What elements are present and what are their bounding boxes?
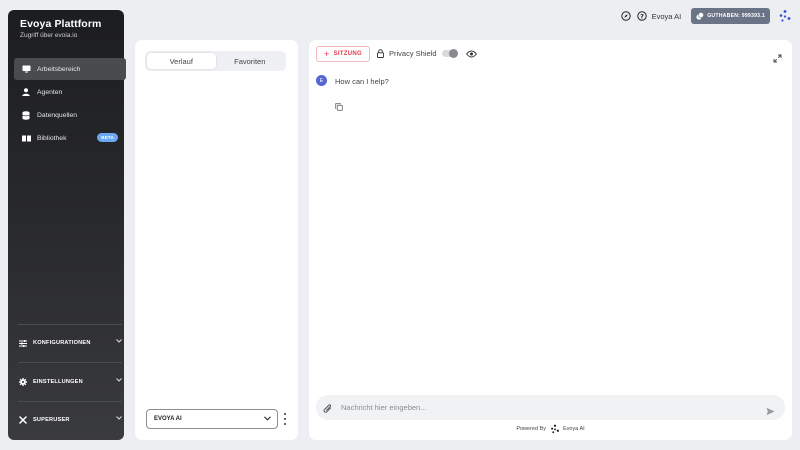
history-tabs: Verlauf Favoriten (145, 51, 286, 71)
history-panel: Verlauf Favoriten EVOYA AI (135, 40, 298, 440)
assistant-label[interactable]: Evoya AI (652, 12, 682, 21)
brand-subtitle: Zugriff über evoia.io (20, 32, 78, 39)
evoya-logo-icon (550, 424, 560, 434)
eye-icon[interactable] (465, 50, 477, 58)
sidebar-item-arbeitsbereich[interactable]: Arbeitsbereich (14, 58, 126, 80)
sidebar-item-agenten[interactable]: Agenten (14, 81, 126, 103)
powered-by-brand: Evoya AI (562, 426, 585, 432)
privacy-shield-toggle[interactable] (441, 49, 458, 58)
assistant-message: How can I help? (335, 77, 389, 86)
brand: Evoya Plattform Zugriff über evoia.io (20, 18, 101, 39)
chevron-down-icon (116, 339, 122, 345)
help-icon[interactable]: ? (636, 11, 647, 21)
chevron-down-icon (264, 416, 271, 423)
sidebar-divider (18, 362, 122, 363)
sidebar-item-label: Agenten (37, 88, 63, 96)
database-icon (21, 110, 31, 120)
topbar: ? Evoya AI GUTHABEN: 999393.1 (615, 8, 792, 24)
user-icon (21, 87, 31, 97)
privacy-shield: Privacy Shield (377, 49, 477, 58)
sidebar-item-bibliothek[interactable]: Bibliothek BETA (14, 127, 126, 149)
privacy-shield-label: Privacy Shield (389, 49, 437, 58)
chat-panel: + SITZUNG Privacy Shield E How can I hel… (309, 40, 792, 440)
coins-icon (696, 12, 705, 20)
monitor-icon (21, 64, 31, 74)
book-icon (21, 133, 31, 143)
sidebar-item-label: Datenquellen (37, 111, 78, 119)
new-session-button[interactable]: + SITZUNG (316, 46, 370, 62)
tab-verlauf[interactable]: Verlauf (147, 53, 216, 69)
paperclip-icon[interactable] (323, 402, 333, 414)
section-einstellungen[interactable]: EINSTELLUNGEN (18, 369, 122, 395)
credits-label: GUTHABEN: 999393.1 (707, 13, 765, 19)
section-superuser[interactable]: SUPERUSER (18, 407, 122, 433)
sliders-icon (18, 338, 28, 348)
compass-icon[interactable] (620, 11, 631, 21)
sidebar-divider (18, 401, 122, 402)
message-composer (316, 395, 785, 420)
sidebar: Evoya Plattform Zugriff über evoia.io Ar… (8, 10, 126, 440)
evoya-logo-icon[interactable] (778, 9, 792, 23)
section-label: SUPERUSER (33, 417, 70, 423)
svg-text:?: ? (640, 12, 644, 20)
section-label: KONFIGURATIONEN (33, 340, 91, 346)
sidebar-divider (18, 324, 122, 325)
tab-favoriten[interactable]: Favoriten (216, 53, 285, 69)
send-icon[interactable] (766, 403, 775, 416)
expand-icon[interactable] (773, 50, 782, 63)
credits-badge[interactable]: GUTHABEN: 999393.1 (691, 8, 770, 24)
tools-icon (18, 415, 28, 425)
beta-badge: BETA (97, 133, 118, 142)
chevron-down-icon (116, 378, 122, 384)
brand-title: Evoya Plattform (20, 18, 102, 30)
model-select-value: EVOYA AI (154, 416, 182, 422)
powered-by: Powered By Evoya AI (309, 424, 792, 434)
message-input[interactable] (341, 403, 751, 412)
copy-icon[interactable] (335, 98, 343, 111)
powered-by-prefix: Powered By (516, 426, 546, 432)
plus-icon: + (324, 49, 330, 59)
assistant-avatar: E (316, 75, 327, 86)
more-options-icon[interactable] (282, 413, 288, 425)
new-session-label: SITZUNG (333, 51, 362, 57)
model-select[interactable]: EVOYA AI (146, 409, 278, 429)
sidebar-nav: Arbeitsbereich Agenten Datenquellen Bibl… (14, 58, 126, 150)
section-label: EINSTELLUNGEN (33, 379, 83, 385)
sidebar-item-datenquellen[interactable]: Datenquellen (14, 104, 126, 126)
section-konfigurationen[interactable]: KONFIGURATIONEN (18, 330, 122, 356)
sidebar-item-label: Arbeitsbereich (37, 65, 81, 73)
gear-icon (18, 377, 28, 387)
lock-icon (377, 49, 384, 58)
chevron-down-icon (116, 416, 122, 422)
sidebar-item-label: Bibliothek (37, 134, 67, 142)
